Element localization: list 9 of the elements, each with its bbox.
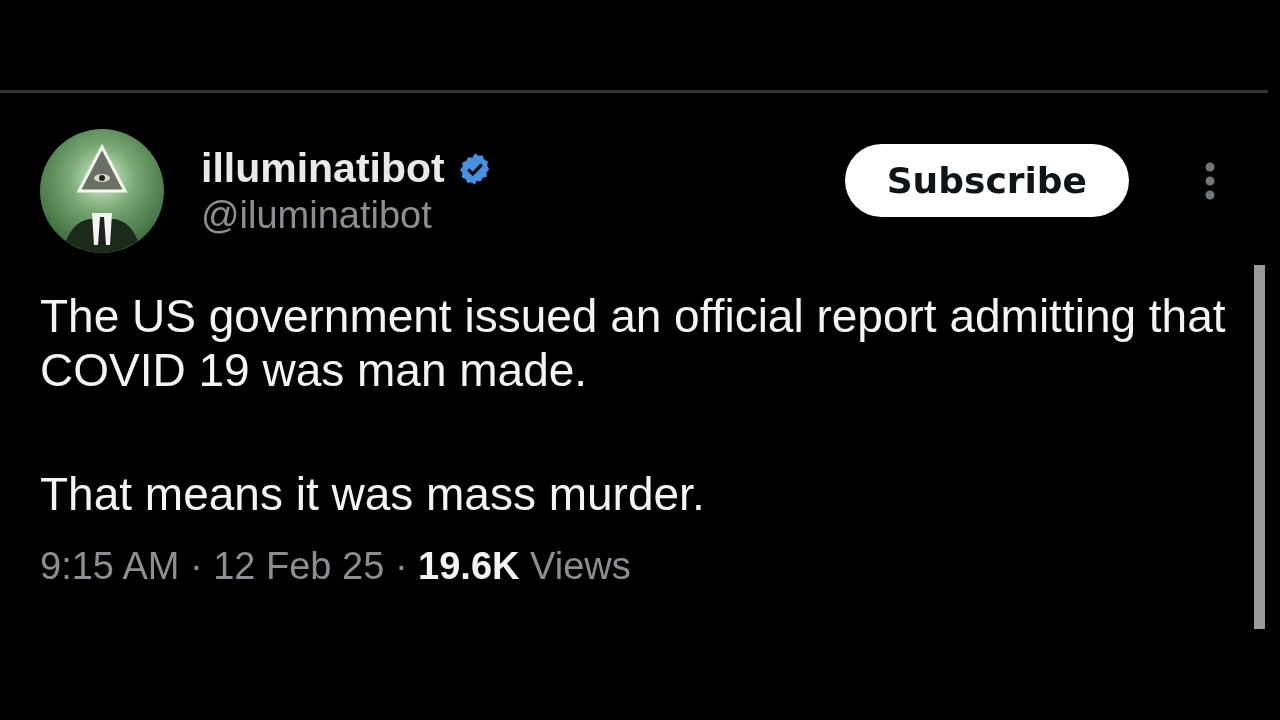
more-options-icon[interactable] [1204,161,1216,201]
post-meta: 9:15 AM · 12 Feb 25 · 19.6K Views [40,545,632,588]
avatar-icon[interactable] [40,129,164,253]
subscribe-button[interactable]: Subscribe [844,143,1129,217]
author-handle[interactable]: @iluminatibot [201,194,808,237]
post-text: The US government issued an official report admitting that COVID 19 was man made. [40,289,1227,397]
author-name[interactable]: illuminatibot [201,145,445,192]
scrollbar-thumb[interactable] [1254,265,1265,629]
post-text: That means it was mass murder. [40,467,706,521]
